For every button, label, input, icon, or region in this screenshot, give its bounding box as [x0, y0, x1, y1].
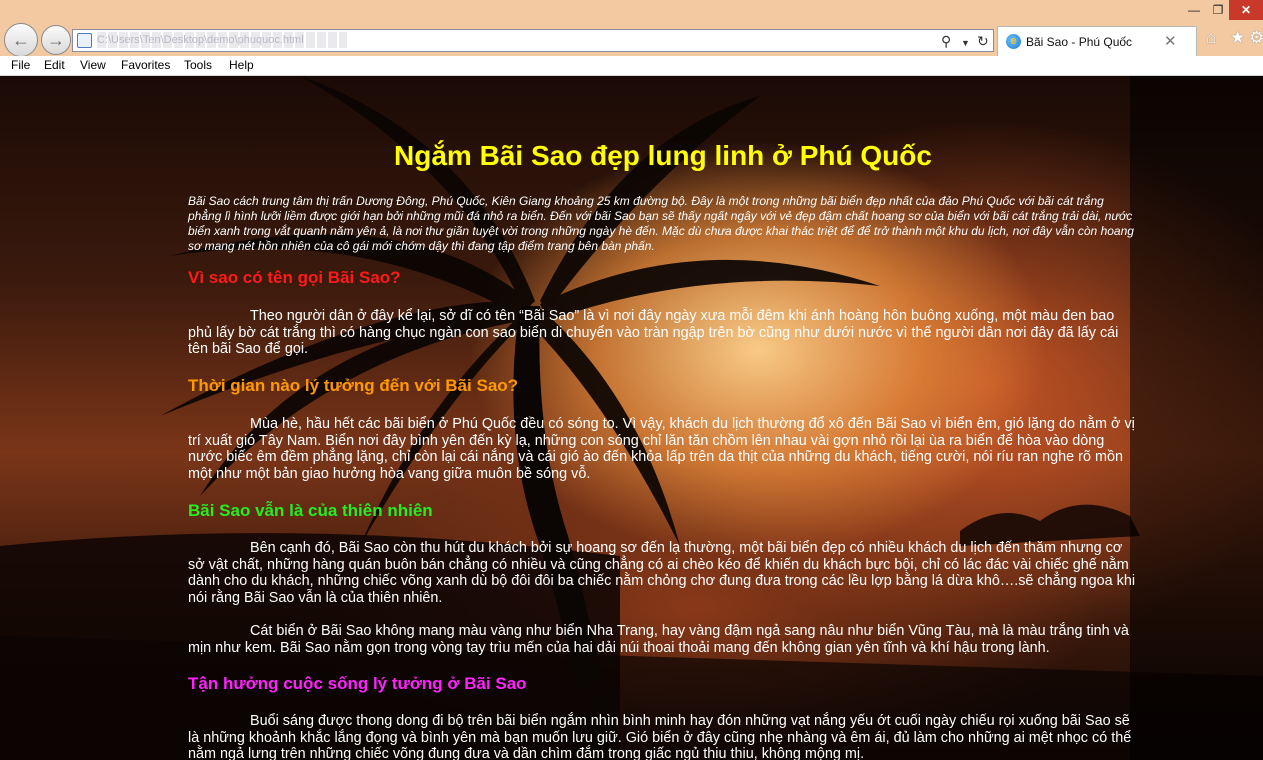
ie-logo-icon: e: [1006, 34, 1021, 49]
close-tab-icon[interactable]: ✕: [1164, 32, 1177, 50]
close-window-button[interactable]: ✕: [1229, 0, 1263, 20]
gear-icon[interactable]: ⚙: [1249, 28, 1263, 48]
section-heading: Vì sao có tên gọi Bãi Sao?: [188, 268, 401, 287]
chevron-down-icon[interactable]: ▼: [961, 34, 970, 52]
star-icon[interactable]: ★: [1230, 28, 1245, 48]
menu-file[interactable]: File: [11, 58, 30, 72]
page-icon: [77, 33, 92, 48]
search-icon[interactable]: ⚲: [941, 32, 951, 50]
section-heading: Bãi Sao vẫn là của thiên nhiên: [188, 501, 433, 520]
url-text[interactable]: C:\Users\Ten\Desktop\demo\phuquoc.html: [97, 32, 347, 48]
forward-arrow-icon: →: [47, 29, 65, 50]
section-paragraph: Theo người dân ở đây kể lại, sở dĩ có tê…: [188, 308, 1119, 357]
section-paragraph: Buổi sáng được thong dong đi bộ trên bãi…: [188, 713, 1132, 760]
page-title: Ngắm Bãi Sao đẹp lung linh ở Phú Quốc: [394, 140, 932, 171]
menu-edit[interactable]: Edit: [44, 58, 65, 72]
menu-view[interactable]: View: [80, 58, 106, 72]
menu-tools[interactable]: Tools: [184, 58, 212, 72]
back-arrow-icon: ←: [12, 29, 30, 50]
section-heading: Tận hưởng cuộc sống lý tưởng ở Bãi Sao: [188, 674, 527, 693]
intro-paragraph: Bãi Sao cách trung tâm thị trấn Dương Đô…: [188, 194, 1134, 253]
page-viewport[interactable]: Ngắm Bãi Sao đẹp lung linh ở Phú Quốc Bã…: [0, 76, 1263, 760]
maximize-button[interactable]: ❐: [1208, 0, 1228, 20]
section-paragraph: Bên cạnh đó, Bãi Sao còn thu hút du khác…: [188, 540, 1136, 606]
back-button[interactable]: ←: [4, 23, 38, 57]
tab-bai-sao[interactable]: e Bãi Sao - Phú Quốc ✕: [997, 26, 1197, 56]
menu-favorites[interactable]: Favorites: [121, 58, 170, 72]
home-icon[interactable]: ⌂: [1206, 28, 1216, 48]
section-paragraph: Cát biển ở Bãi Sao không mang màu vàng n…: [188, 623, 1129, 656]
section-heading: Thời gian nào lý tưởng đến với Bãi Sao?: [188, 376, 519, 395]
menu-bar: File Edit View Favorites Tools Help: [0, 56, 1263, 76]
minimize-button[interactable]: —: [1180, 0, 1208, 20]
section-paragraph: Mùa hè, hầu hết các bãi biển ở Phú Quốc …: [188, 416, 1135, 482]
tab-title: Bãi Sao - Phú Quốc: [1026, 35, 1133, 49]
menu-help[interactable]: Help: [229, 58, 254, 72]
forward-button[interactable]: →: [41, 25, 71, 55]
address-bar[interactable]: C:\Users\Ten\Desktop\demo\phuquoc.html ⚲…: [72, 29, 994, 52]
refresh-icon[interactable]: ↻: [977, 32, 989, 50]
